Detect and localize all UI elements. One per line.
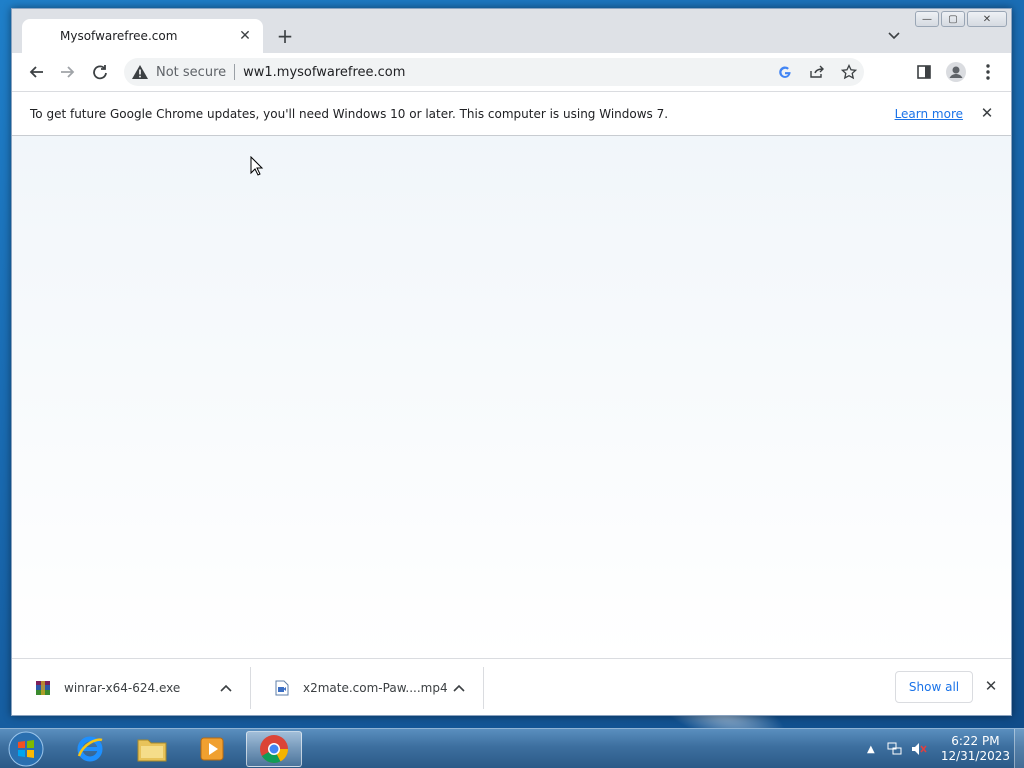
download-shelf: winrar-x64-624.exe x2mate.com-Paw....mp4… <box>12 658 1011 715</box>
clock-time: 6:22 PM <box>951 734 1000 748</box>
chrome-taskbar-icon[interactable] <box>246 731 302 767</box>
network-icon[interactable] <box>887 741 903 757</box>
system-tray: ▲ 6:22 PM 12/31/2023 <box>863 729 1010 768</box>
forward-arrow-icon[interactable] <box>56 60 80 84</box>
profile-avatar-icon[interactable] <box>944 60 968 84</box>
tab-title: Mysofwarefree.com <box>60 29 178 43</box>
omnibox-actions <box>776 63 858 81</box>
tab-close-icon[interactable]: ✕ <box>237 28 253 44</box>
windows-update-infobar: To get future Google Chrome updates, you… <box>12 91 1011 136</box>
page-content[interactable] <box>12 136 1011 658</box>
chevron-up-icon[interactable] <box>218 680 234 696</box>
download-item-x2mate[interactable]: x2mate.com-Paw....mp4 <box>251 667 484 709</box>
download-item-winrar[interactable]: winrar-x64-624.exe <box>12 667 251 709</box>
chrome-window: — ▢ ✕ Mysofwarefree.com ✕ + Not secure w… <box>11 8 1012 716</box>
warning-icon[interactable] <box>132 64 148 80</box>
internet-explorer-icon[interactable] <box>62 731 118 767</box>
browser-toolbar: Not secure ww1.mysofwarefree.com <box>12 53 1011 91</box>
share-icon[interactable] <box>808 63 826 81</box>
start-button[interactable] <box>6 730 46 768</box>
new-tab-button[interactable]: + <box>274 24 296 48</box>
mouse-cursor-icon <box>250 155 264 179</box>
file-explorer-icon[interactable] <box>124 731 180 767</box>
side-panel-icon[interactable] <box>912 60 936 84</box>
video-file-icon <box>273 679 291 697</box>
infobar-close-icon[interactable]: ✕ <box>979 104 995 122</box>
url-text[interactable]: ww1.mysofwarefree.com <box>243 65 405 80</box>
chevron-up-icon[interactable] <box>451 680 467 696</box>
download-shelf-close-icon[interactable]: ✕ <box>983 677 999 695</box>
show-all-button[interactable]: Show all <box>895 671 973 703</box>
windows-taskbar: ▲ 6:22 PM 12/31/2023 <box>0 728 1024 768</box>
google-icon[interactable] <box>776 63 794 81</box>
address-bar[interactable]: Not secure ww1.mysofwarefree.com <box>124 58 864 86</box>
tab-strip: Mysofwarefree.com ✕ + <box>12 9 1011 53</box>
menu-kebab-icon[interactable] <box>976 60 1000 84</box>
infobar-message: To get future Google Chrome updates, you… <box>30 106 669 121</box>
not-secure-label[interactable]: Not secure <box>156 65 226 80</box>
show-desktop-button[interactable] <box>1014 729 1024 768</box>
show-hidden-icons-icon[interactable]: ▲ <box>863 741 879 757</box>
download-filename: x2mate.com-Paw....mp4 <box>303 681 448 695</box>
back-arrow-icon[interactable] <box>24 60 48 84</box>
download-filename: winrar-x64-624.exe <box>64 681 181 695</box>
media-player-icon[interactable] <box>184 731 240 767</box>
winrar-icon <box>34 679 52 697</box>
tab-search-chevron-icon[interactable] <box>885 27 903 45</box>
reload-icon[interactable] <box>88 60 112 84</box>
taskbar-clock[interactable]: 6:22 PM 12/31/2023 <box>941 734 1010 764</box>
bookmark-star-icon[interactable] <box>840 63 858 81</box>
tab-mysofwarefree[interactable]: Mysofwarefree.com ✕ <box>22 19 263 53</box>
clock-date: 12/31/2023 <box>940 749 1010 763</box>
omnibox-divider <box>234 64 236 80</box>
learn-more-link[interactable]: Learn more <box>895 107 963 121</box>
volume-muted-icon[interactable] <box>911 741 927 757</box>
